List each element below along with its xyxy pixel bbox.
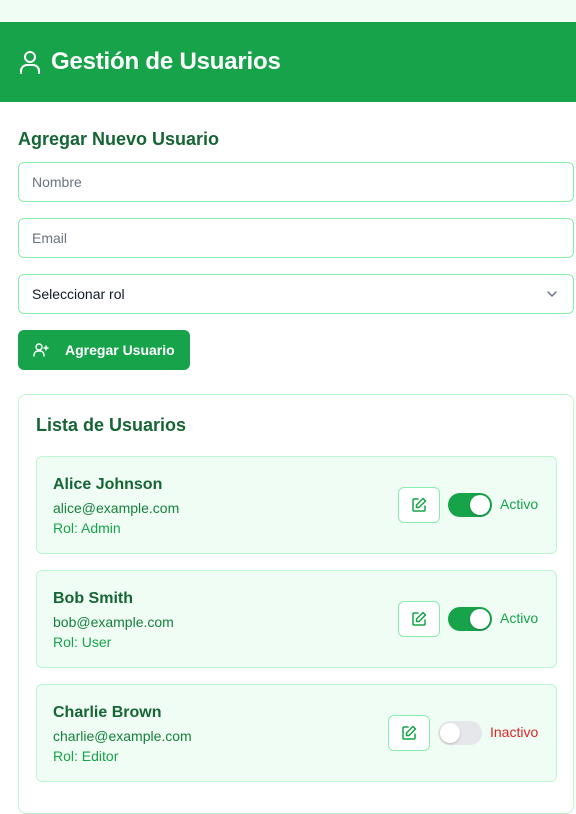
user-card: Charlie Brown charlie@example.com Rol: E… (36, 684, 557, 782)
role-select[interactable]: Seleccionar rol (18, 274, 574, 314)
edit-icon (412, 611, 427, 626)
edit-button[interactable] (388, 715, 430, 751)
name-placeholder: Nombre (32, 174, 82, 190)
user-email: bob@example.com (53, 614, 174, 630)
user-role: Rol: Editor (53, 748, 119, 764)
user-name: Charlie Brown (53, 704, 162, 721)
user-role: Rol: User (53, 634, 112, 650)
toggle-knob (440, 723, 460, 743)
status-toggle[interactable] (448, 607, 492, 631)
page-title: Gestión de Usuarios (51, 48, 281, 75)
edit-button[interactable] (398, 487, 440, 523)
form-title: Agregar Nuevo Usuario (18, 129, 220, 149)
status-toggle[interactable] (438, 721, 482, 745)
edit-icon (412, 497, 427, 512)
status-toggle[interactable] (448, 493, 492, 517)
app-header: Gestión de Usuarios (0, 22, 576, 102)
email-placeholder: Email (32, 230, 68, 246)
user-role: Rol: Admin (53, 520, 121, 536)
status-label: Activo (500, 610, 539, 626)
edit-button[interactable] (398, 601, 440, 637)
user-name: Bob Smith (53, 590, 133, 607)
role-select-value: Seleccionar rol (32, 286, 125, 302)
name-input[interactable]: Nombre (18, 162, 574, 202)
user-email: charlie@example.com (53, 728, 192, 744)
user-list-card: Lista de Usuarios Alice Johnson alice@ex… (18, 394, 574, 814)
toggle-knob (470, 495, 490, 515)
top-strip (0, 0, 576, 22)
chevron-down-icon (547, 291, 557, 297)
list-title: Lista de Usuarios (36, 415, 187, 435)
email-input[interactable]: Email (18, 218, 574, 258)
add-user-label: Agregar Usuario (65, 342, 175, 358)
edit-icon (402, 725, 417, 740)
user-email: alice@example.com (53, 500, 180, 516)
status-label: Inactivo (490, 724, 539, 740)
user-card: Alice Johnson alice@example.com Rol: Adm… (36, 456, 557, 554)
user-name: Alice Johnson (53, 476, 163, 493)
status-label: Activo (500, 496, 539, 512)
user-card: Bob Smith bob@example.com Rol: User Acti… (36, 570, 557, 668)
user-icon (20, 51, 40, 74)
toggle-knob (470, 609, 490, 629)
add-user-button[interactable]: Agregar Usuario (18, 330, 190, 370)
user-plus-icon (33, 343, 49, 357)
